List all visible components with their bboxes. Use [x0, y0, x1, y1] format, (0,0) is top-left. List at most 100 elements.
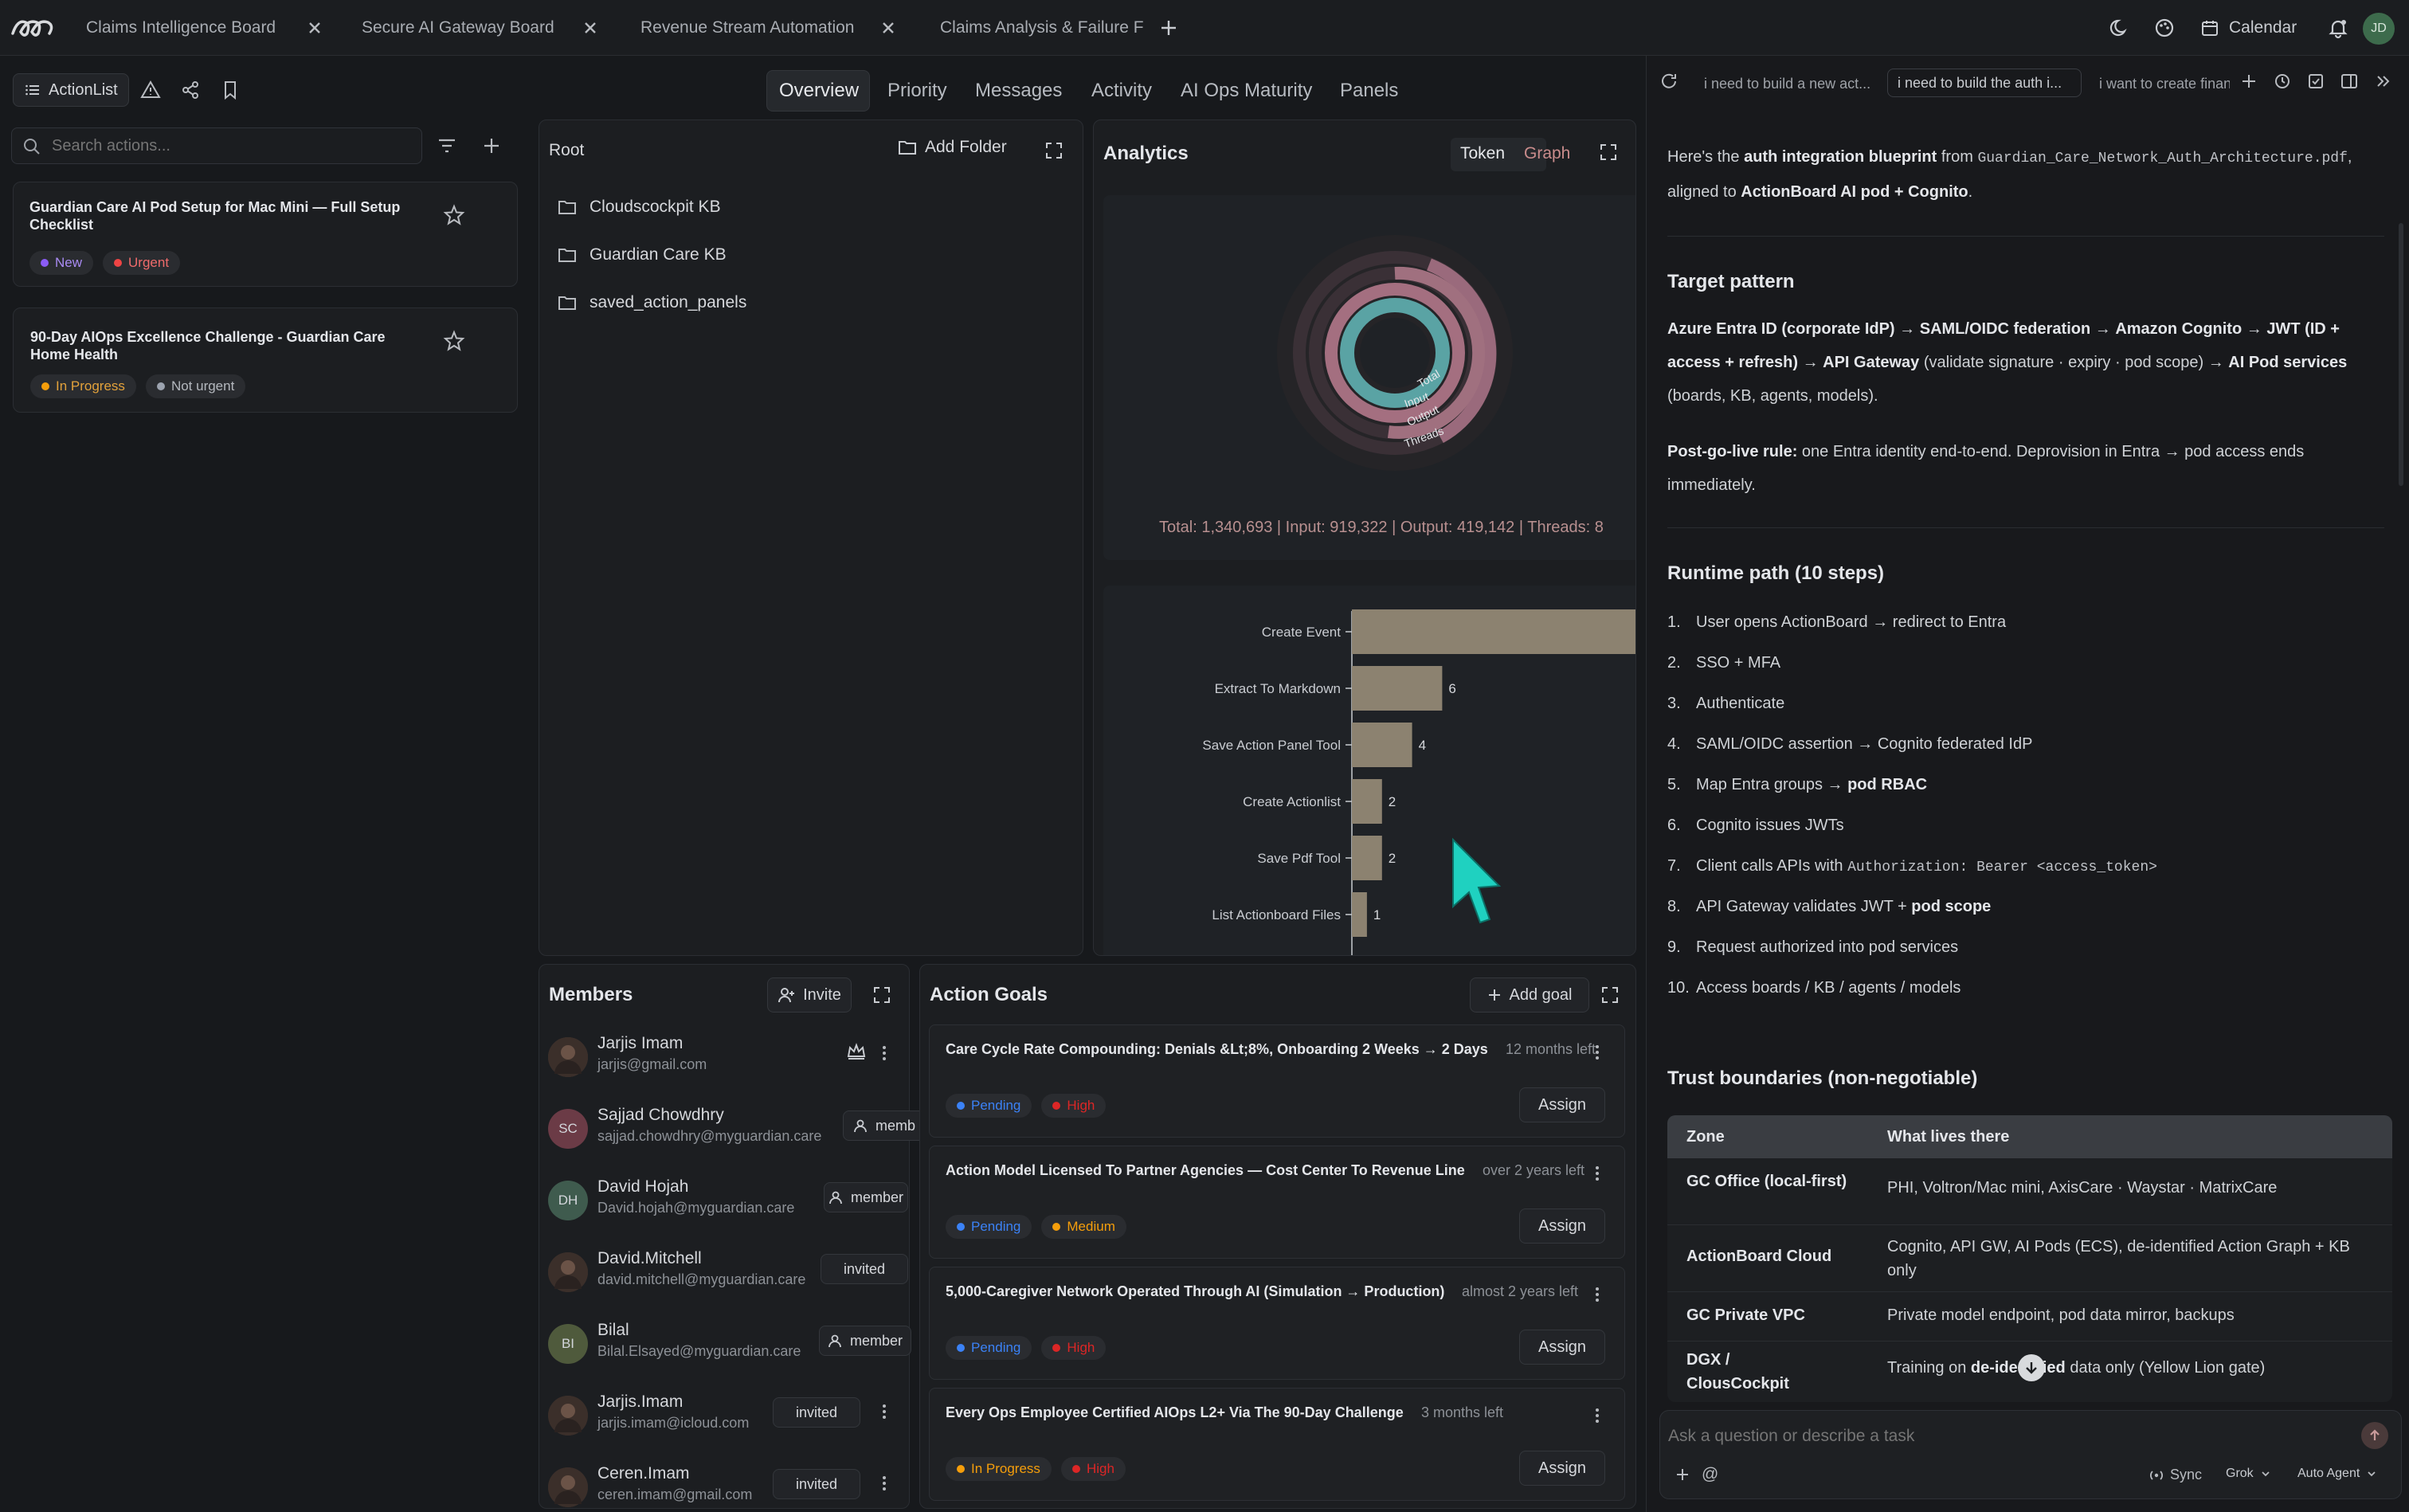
action-card[interactable]: Guardian Care AI Pod Setup for Mac Mini …	[13, 182, 518, 287]
tab-secure-ai-gateway-board[interactable]: Secure AI Gateway Board	[362, 0, 601, 56]
expand-icon[interactable]	[1599, 143, 1618, 162]
refresh-icon[interactable]	[1659, 72, 1678, 91]
chat-tab-active[interactable]: i need to build the auth i...	[1887, 69, 2082, 97]
bar[interactable]	[1352, 836, 1382, 880]
sidebar-toggle-icon[interactable]	[2340, 72, 2359, 91]
history-icon[interactable]	[2273, 72, 2292, 91]
assign-button[interactable]: Assign	[1519, 1087, 1605, 1122]
new-chat-plus-icon[interactable]	[2239, 72, 2258, 91]
assign-button[interactable]: Assign	[1519, 1330, 1605, 1365]
folder-item[interactable]: Guardian Care KB	[558, 245, 727, 264]
bookmark-icon[interactable]	[220, 80, 241, 100]
more-vertical-icon[interactable]	[879, 1402, 889, 1421]
table-row: GC Private VPC Private model endpoint, p…	[1667, 1292, 2392, 1342]
tab-claims-intelligence-board[interactable]: Claims Intelligence Board	[86, 0, 325, 56]
member-row[interactable]: SC Sajjad Chowdhry sajjad.chowdhry@mygua…	[548, 1099, 930, 1171]
goal-card[interactable]: Care Cycle Rate Compounding: Denials &Lt…	[929, 1024, 1625, 1138]
assign-button[interactable]: Assign	[1519, 1451, 1605, 1486]
agent-select[interactable]: Auto Agent	[2297, 1467, 2377, 1481]
tab-overview[interactable]: Overview	[779, 72, 859, 110]
folder-item[interactable]: saved_action_panels	[558, 293, 746, 312]
member-row[interactable]: DH David Hojah David.hojah@myguardian.ca…	[548, 1171, 913, 1243]
filter-icon[interactable]	[437, 135, 457, 156]
user-avatar[interactable]: JD	[2363, 13, 2395, 45]
expand-icon[interactable]	[1044, 141, 1063, 160]
close-icon[interactable]	[580, 18, 601, 38]
tab-revenue-stream-automation[interactable]: Revenue Stream Automation	[640, 0, 899, 56]
actionlist-button[interactable]: ActionList	[13, 73, 129, 107]
tab-priority[interactable]: Priority	[887, 72, 947, 110]
palette-icon[interactable]	[2151, 14, 2178, 41]
member-row[interactable]: Jarjis Imam jarjis@gmail.com	[548, 1028, 913, 1099]
data-label: 2	[1389, 794, 1396, 809]
root-breadcrumb[interactable]: Root	[549, 141, 584, 160]
scroll-down-button[interactable]	[2018, 1354, 2045, 1381]
more-vertical-icon[interactable]	[1592, 1043, 1602, 1062]
goal-card[interactable]: 5,000-Caregiver Network Operated Through…	[929, 1267, 1625, 1380]
tab-claims-analysis[interactable]: Claims Analysis & Failure F	[940, 0, 1147, 56]
goal-card[interactable]: Action Model Licensed To Partner Agencie…	[929, 1146, 1625, 1259]
more-vertical-icon[interactable]	[1592, 1406, 1602, 1425]
target-bold: Azure Entra ID (corporate IdP)	[1667, 320, 1895, 338]
checkbox-icon[interactable]	[2306, 72, 2325, 91]
folder-item[interactable]: Cloudscockpit KB	[558, 198, 721, 217]
sync-button[interactable]: Sync	[2148, 1467, 2202, 1483]
logo-icon[interactable]	[10, 16, 59, 40]
expand-icon[interactable]	[1600, 985, 1620, 1005]
chat-tab[interactable]: i need to build a new act...	[1704, 70, 1882, 97]
role-badge[interactable]: memb	[843, 1110, 930, 1141]
moon-icon[interactable]	[2106, 14, 2133, 41]
model-select[interactable]: Grok	[2226, 1467, 2271, 1481]
tab-messages[interactable]: Messages	[975, 72, 1062, 110]
calendar-button[interactable]: Calendar	[2200, 14, 2297, 41]
search-input[interactable]	[52, 133, 410, 159]
star-icon[interactable]	[443, 204, 465, 226]
star-icon[interactable]	[443, 330, 465, 352]
bar[interactable]	[1352, 666, 1443, 711]
role-badge[interactable]: member	[819, 1326, 911, 1356]
more-vertical-icon[interactable]	[879, 1044, 889, 1063]
close-icon[interactable]	[304, 18, 325, 38]
chat-tab[interactable]: i want to create financi...	[2086, 70, 2230, 97]
bar[interactable]	[1352, 892, 1367, 937]
role-badge[interactable]: member	[824, 1182, 908, 1212]
token-summary: Total: 1,340,693 | Input: 919,322 | Outp…	[1159, 519, 1604, 536]
member-row[interactable]: Jarjis.Imam jarjis.imam@icloud.com invit…	[548, 1386, 913, 1458]
add-goal-button[interactable]: Add goal	[1470, 977, 1589, 1013]
graph-toggle[interactable]: Graph	[1524, 144, 1570, 163]
close-icon[interactable]	[878, 18, 899, 38]
intro-paragraph-2: aligned to ActionBoard AI pod + Cognito.	[1667, 175, 1972, 209]
warning-icon[interactable]	[140, 80, 161, 100]
bar[interactable]	[1352, 723, 1412, 767]
mention-icon[interactable]: @	[1702, 1465, 1718, 1484]
table-row: GC Office (local-first) PHI, Voltron/Mac…	[1667, 1158, 2392, 1225]
add-folder-button[interactable]: Add Folder	[898, 138, 1007, 157]
more-vertical-icon[interactable]	[1592, 1285, 1602, 1304]
member-row[interactable]: David.Mitchell david.mitchell@myguardian…	[548, 1243, 913, 1314]
more-vertical-icon[interactable]	[1592, 1164, 1602, 1183]
new-tab-plus-icon[interactable]	[1157, 16, 1181, 40]
member-row[interactable]: Ceren.Imam ceren.imam@gmail.com invited	[548, 1458, 913, 1509]
assign-button[interactable]: Assign	[1519, 1208, 1605, 1244]
send-button[interactable]	[2361, 1422, 2388, 1449]
more-vertical-icon[interactable]	[879, 1474, 889, 1493]
tab-ai-ops-maturity[interactable]: AI Ops Maturity	[1181, 72, 1312, 110]
badge-label: New	[55, 255, 83, 270]
bar[interactable]	[1352, 609, 1636, 654]
bar[interactable]	[1352, 779, 1382, 824]
bell-icon[interactable]	[2325, 14, 2352, 41]
invite-button[interactable]: Invite	[767, 977, 852, 1013]
tab-activity[interactable]: Activity	[1091, 72, 1152, 110]
share-icon[interactable]	[180, 80, 201, 100]
token-toggle[interactable]: Token	[1460, 144, 1505, 163]
intro-text: Here's the	[1667, 148, 1745, 166]
member-row[interactable]: BI Bilal Bilal.Elsayed@myguardian.care m…	[548, 1314, 913, 1386]
chat-scrollbar[interactable]	[2399, 223, 2403, 486]
add-action-plus-icon[interactable]	[481, 135, 502, 156]
expand-icon[interactable]	[872, 985, 891, 1005]
attach-plus-icon[interactable]	[1675, 1467, 1690, 1483]
tab-panels[interactable]: Panels	[1340, 72, 1398, 110]
chat-input[interactable]	[1668, 1422, 2321, 1451]
chevrons-right-icon[interactable]	[2373, 72, 2392, 91]
goal-card[interactable]: Every Ops Employee Certified AIOps L2+ V…	[929, 1388, 1625, 1501]
